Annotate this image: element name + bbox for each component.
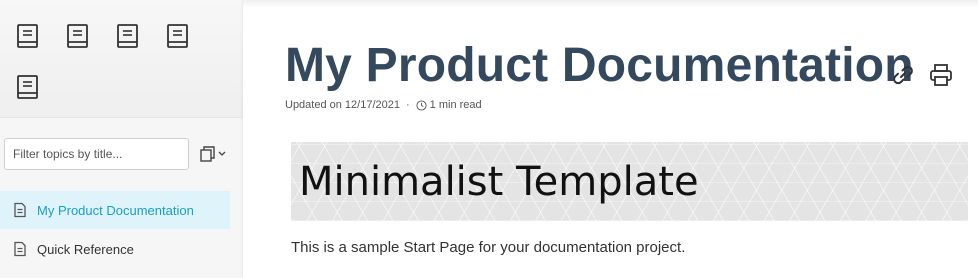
- intro-paragraph: This is a sample Start Page for your doc…: [291, 239, 686, 256]
- sidebar: My Product Documentation Quick Reference: [0, 0, 243, 278]
- page-meta: Updated on 12/17/2021 · 1 min read: [285, 99, 482, 111]
- copy-dropdown-button[interactable]: [199, 144, 231, 164]
- book-icon[interactable]: [15, 74, 41, 100]
- clock-icon: [416, 99, 427, 111]
- book-icon[interactable]: [115, 23, 141, 49]
- chevron-down-icon: [218, 151, 226, 156]
- updated-date: Updated on 12/17/2021: [285, 99, 400, 111]
- meta-separator: ·: [406, 99, 410, 111]
- sidebar-item-label: My Product Documentation: [37, 202, 194, 218]
- document-icon: [12, 241, 28, 257]
- book-icon[interactable]: [65, 23, 91, 49]
- sidebar-item-quick-reference[interactable]: Quick Reference: [0, 230, 230, 268]
- copy-icon: [200, 146, 215, 162]
- top-shadow: [243, 0, 978, 8]
- document-icon: [12, 202, 28, 218]
- filter-topics-input[interactable]: [4, 138, 189, 170]
- book-icon[interactable]: [165, 23, 191, 49]
- page-title: My Product Documentation: [285, 39, 914, 92]
- banner-title: Minimalist Template: [299, 159, 699, 205]
- book-icon[interactable]: [15, 23, 41, 49]
- link-icon[interactable]: [890, 62, 916, 88]
- sidebar-header: [0, 0, 243, 118]
- sidebar-item-label: Quick Reference: [37, 241, 134, 257]
- sidebar-item-my-product-documentation[interactable]: My Product Documentation: [0, 191, 230, 229]
- print-icon[interactable]: [928, 62, 954, 88]
- read-time: 1 min read: [429, 99, 482, 111]
